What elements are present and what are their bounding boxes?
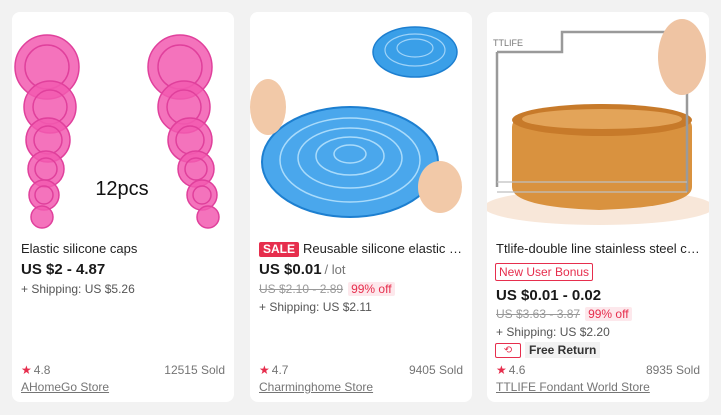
rating: ★ 4.6 bbox=[496, 363, 525, 378]
product-card[interactable]: TTLIFE Ttlife-double line stainless stee… bbox=[487, 12, 709, 402]
product-title[interactable]: SALE Reusable silicone elastic lids bbox=[259, 241, 463, 257]
free-return-badge: ⟲ Free Return bbox=[495, 342, 601, 358]
product-price: US $0.01 bbox=[259, 261, 322, 278]
old-price: US $3.63 - 3.87 bbox=[496, 307, 581, 321]
image-label: 12pcs bbox=[95, 178, 148, 200]
product-price-row: US $0.01/ lot bbox=[259, 261, 346, 279]
star-icon: ★ bbox=[259, 363, 270, 377]
silicone-caps-photo: 12pcs bbox=[12, 12, 234, 234]
product-title-text: Reusable silicone elastic lids bbox=[303, 241, 463, 256]
product-image[interactable] bbox=[250, 12, 472, 234]
discount-badge: 99% off bbox=[585, 307, 632, 321]
product-title[interactable]: Ttlife-double line stainless steel cake … bbox=[496, 241, 700, 257]
sale-badge: SALE bbox=[259, 242, 300, 257]
rating-value: 4.6 bbox=[508, 363, 526, 377]
product-image[interactable]: 12pcs bbox=[12, 12, 234, 234]
product-price: US $2 - 4.87 bbox=[21, 261, 106, 278]
product-image[interactable]: TTLIFE bbox=[487, 12, 709, 234]
rating-value: 4.8 bbox=[33, 363, 51, 377]
product-card[interactable]: SALE Reusable silicone elastic lids US $0… bbox=[250, 12, 472, 402]
store-link[interactable]: Charminghome Store bbox=[259, 380, 373, 395]
rating: ★ 4.8 bbox=[21, 363, 50, 378]
old-price: US $2.10 - 2.89 bbox=[259, 282, 344, 296]
sold-count: 9405 Sold bbox=[408, 363, 463, 377]
old-price-row: US $2.10 - 2.89 99% off bbox=[259, 282, 395, 297]
sold-count: 12515 Sold bbox=[164, 363, 225, 377]
free-return-label: Free Return bbox=[525, 342, 601, 358]
shipping-cost: + Shipping: US $5.26 bbox=[21, 282, 135, 296]
product-card[interactable]: 12pcs Elastic silicone caps US $2 - 4.87… bbox=[12, 12, 234, 402]
new-user-bonus-badge: New User Bonus bbox=[495, 263, 594, 281]
product-price: US $0.01 - 0.02 bbox=[496, 287, 602, 304]
store-link[interactable]: TTLIFE Fondant World Store bbox=[496, 380, 650, 395]
price-unit: / lot bbox=[324, 262, 346, 277]
shipping-cost: + Shipping: US $2.20 bbox=[496, 325, 610, 339]
discount-badge: 99% off bbox=[348, 282, 395, 296]
free-return-icon: ⟲ bbox=[495, 342, 521, 358]
sold-count: 8935 Sold bbox=[645, 363, 700, 377]
cake-cutter-photo: TTLIFE bbox=[487, 12, 709, 234]
product-title[interactable]: Elastic silicone caps bbox=[21, 241, 225, 257]
store-link[interactable]: AHomeGo Store bbox=[21, 380, 109, 395]
old-price-row: US $3.63 - 3.87 99% off bbox=[496, 307, 632, 322]
star-icon: ★ bbox=[21, 363, 32, 377]
rating-value: 4.7 bbox=[271, 363, 289, 377]
rating: ★ 4.7 bbox=[259, 363, 288, 378]
star-icon: ★ bbox=[496, 363, 507, 377]
silicone-lids-photo bbox=[250, 12, 472, 234]
shipping-cost: + Shipping: US $2.11 bbox=[259, 300, 372, 314]
brand-watermark: TTLIFE bbox=[493, 38, 523, 48]
